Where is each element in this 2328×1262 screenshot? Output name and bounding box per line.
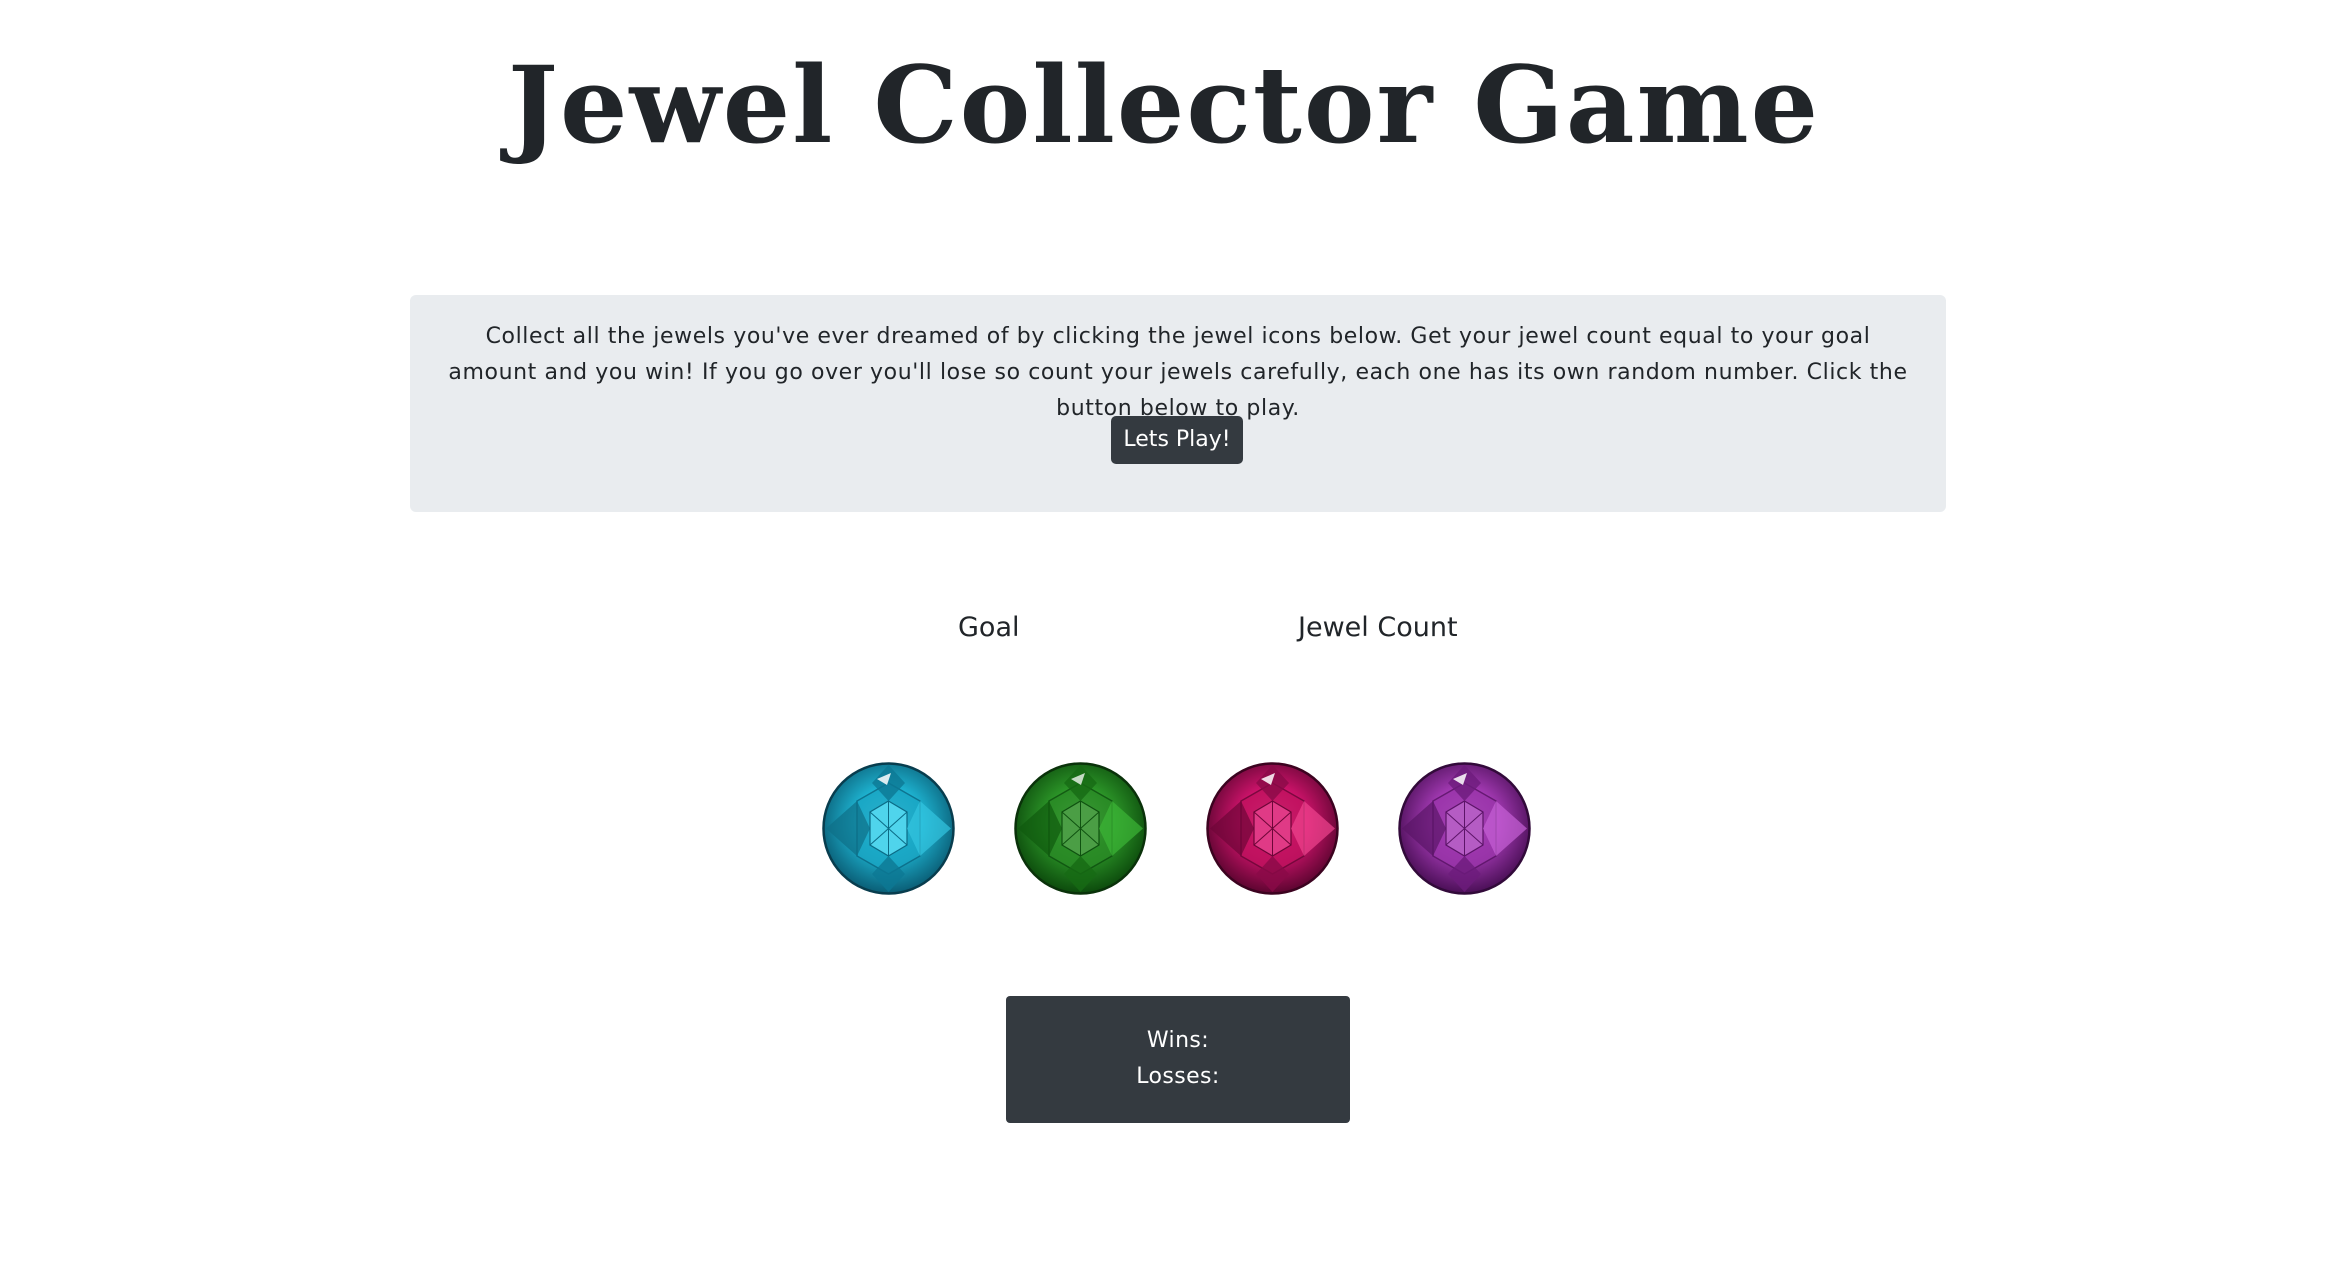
intro-panel: Collect all the jewels you've ever dream… (410, 295, 1946, 512)
scoreboard: Wins: Losses: (1006, 996, 1350, 1123)
lets-play-button[interactable]: Lets Play! (1111, 416, 1243, 464)
goal-label: Goal (958, 612, 1020, 643)
purple-jewel-icon[interactable] (1397, 761, 1532, 896)
blue-jewel-icon[interactable] (821, 761, 956, 896)
green-jewel-icon[interactable] (1013, 761, 1148, 896)
intro-text: Collect all the jewels you've ever dream… (448, 324, 1908, 421)
losses-label: Losses: (1136, 1064, 1220, 1089)
page: Jewel Collector Game Collect all the jew… (0, 0, 2328, 1262)
pink-jewel-icon[interactable] (1205, 761, 1340, 896)
jewel-count-label: Jewel Count (1298, 612, 1458, 643)
wins-label: Wins: (1146, 1028, 1210, 1053)
page-title: Jewel Collector Game (507, 42, 1821, 167)
